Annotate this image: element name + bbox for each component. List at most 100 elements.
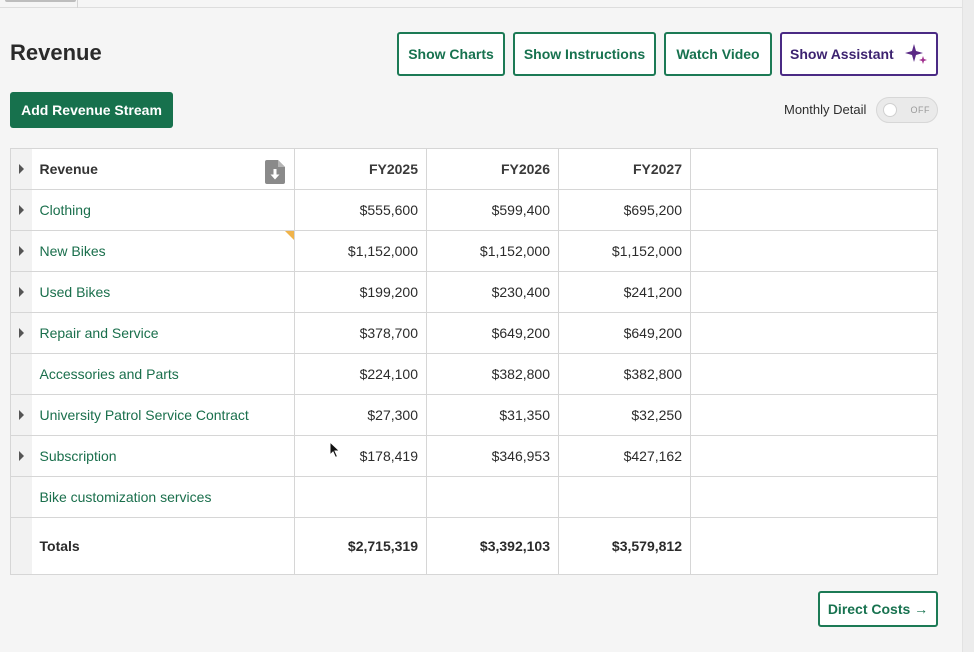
value-cell[interactable]: $695,200 bbox=[558, 189, 691, 231]
expand-triangle-icon bbox=[18, 164, 24, 174]
show-assistant-button[interactable]: Show Assistant bbox=[780, 32, 938, 76]
totals-row: Totals $2,715,319 $3,392,103 $3,579,812 bbox=[10, 517, 938, 575]
spacer-cell bbox=[690, 230, 938, 272]
value-cell[interactable]: $230,400 bbox=[426, 271, 559, 313]
value-cell[interactable]: $178,419 bbox=[294, 435, 427, 477]
spacer-cell bbox=[690, 517, 938, 575]
row-expand-cell[interactable] bbox=[10, 435, 32, 477]
expand-triangle-icon bbox=[18, 451, 24, 461]
value-cell[interactable]: $382,800 bbox=[426, 353, 559, 395]
row-expand-cell[interactable] bbox=[10, 271, 32, 313]
header-year-cell: FY2026 bbox=[426, 148, 559, 190]
revenue-stream-link[interactable]: New Bikes bbox=[40, 243, 106, 259]
spacer-cell bbox=[690, 353, 938, 395]
value-cell[interactable]: $649,200 bbox=[558, 312, 691, 354]
table-row: Bike customization services bbox=[10, 476, 938, 518]
table-row: New Bikes $1,152,000 $1,152,000 $1,152,000 bbox=[10, 230, 938, 272]
header-revenue-label: Revenue bbox=[39, 161, 98, 177]
value-cell[interactable]: $241,200 bbox=[558, 271, 691, 313]
totals-label: Totals bbox=[31, 517, 295, 575]
row-expand-cell bbox=[10, 476, 32, 518]
add-revenue-stream-button[interactable]: Add Revenue Stream bbox=[10, 92, 173, 128]
top-tab-divider bbox=[77, 0, 78, 8]
table-row: Repair and Service $378,700 $649,200 $649,2… bbox=[10, 312, 938, 354]
top-tab-indicator[interactable] bbox=[5, 0, 76, 2]
monthly-detail-label: Monthly Detail bbox=[784, 102, 867, 117]
row-expand-cell[interactable] bbox=[10, 394, 32, 436]
row-expand-cell[interactable] bbox=[10, 230, 32, 272]
toggle-knob bbox=[883, 103, 897, 117]
expand-triangle-icon bbox=[18, 205, 24, 215]
header-year-cell: FY2025 bbox=[294, 148, 427, 190]
show-charts-button[interactable]: Show Charts bbox=[397, 32, 505, 76]
value-cell[interactable]: $1,152,000 bbox=[426, 230, 559, 272]
row-name-cell[interactable]: Clothing bbox=[31, 189, 295, 231]
row-expand-cell bbox=[10, 353, 32, 395]
sparkle-icon bbox=[904, 44, 927, 64]
note-flag-icon[interactable] bbox=[285, 231, 294, 240]
value-cell[interactable]: $1,152,000 bbox=[294, 230, 427, 272]
value-cell[interactable]: $27,300 bbox=[294, 394, 427, 436]
value-cell[interactable] bbox=[294, 476, 427, 518]
row-expand-cell[interactable] bbox=[10, 312, 32, 354]
spacer-cell bbox=[690, 312, 938, 354]
value-cell[interactable]: $427,162 bbox=[558, 435, 691, 477]
spacer-cell bbox=[690, 394, 938, 436]
revenue-stream-link[interactable]: Repair and Service bbox=[40, 325, 159, 341]
revenue-stream-link[interactable]: Bike customization services bbox=[40, 489, 212, 505]
totals-value-cell: $2,715,319 bbox=[294, 517, 427, 575]
vertical-scrollbar[interactable] bbox=[962, 0, 974, 652]
value-cell[interactable]: $32,250 bbox=[558, 394, 691, 436]
download-file-icon[interactable] bbox=[265, 160, 285, 184]
table-row: Clothing $555,600 $599,400 $695,200 bbox=[10, 189, 938, 231]
spacer-cell bbox=[690, 271, 938, 313]
header-revenue-cell: Revenue bbox=[31, 148, 295, 190]
mouse-cursor-icon bbox=[329, 441, 341, 459]
value-cell[interactable]: $555,600 bbox=[294, 189, 427, 231]
value-cell[interactable]: $1,152,000 bbox=[558, 230, 691, 272]
row-name-cell[interactable]: New Bikes bbox=[31, 230, 295, 272]
row-name-cell[interactable]: Subscription bbox=[31, 435, 295, 477]
toggle-state-text: OFF bbox=[910, 105, 930, 115]
revenue-stream-link[interactable]: Clothing bbox=[40, 202, 91, 218]
spacer-cell bbox=[690, 476, 938, 518]
revenue-stream-link[interactable]: Accessories and Parts bbox=[40, 366, 179, 382]
value-cell[interactable]: $599,400 bbox=[426, 189, 559, 231]
row-name-cell[interactable]: Accessories and Parts bbox=[31, 353, 295, 395]
value-cell[interactable]: $378,700 bbox=[294, 312, 427, 354]
direct-costs-button[interactable]: Direct Costs → bbox=[818, 591, 938, 627]
revenue-stream-link[interactable]: Subscription bbox=[40, 448, 117, 464]
row-name-cell[interactable]: Repair and Service bbox=[31, 312, 295, 354]
show-instructions-button[interactable]: Show Instructions bbox=[513, 32, 656, 76]
expand-triangle-icon bbox=[18, 287, 24, 297]
table-row: University Patrol Service Contract $27,30… bbox=[10, 394, 938, 436]
top-tab-strip bbox=[0, 0, 962, 8]
header-expand-cell[interactable] bbox=[10, 148, 32, 190]
row-expand-cell[interactable] bbox=[10, 189, 32, 231]
table-row: Subscription $178,419 $346,953 $427,162 bbox=[10, 435, 938, 477]
revenue-table: Revenue FY2025 FY2026 FY2027 Clothing $55… bbox=[10, 148, 938, 575]
monthly-detail-toggle[interactable]: OFF bbox=[876, 97, 938, 123]
value-cell[interactable]: $346,953 bbox=[426, 435, 559, 477]
revenue-stream-link[interactable]: Used Bikes bbox=[40, 284, 111, 300]
header-year-cell: FY2027 bbox=[558, 148, 691, 190]
row-name-cell[interactable]: University Patrol Service Contract bbox=[31, 394, 295, 436]
spacer-cell bbox=[690, 189, 938, 231]
value-cell[interactable] bbox=[426, 476, 559, 518]
revenue-stream-link[interactable]: University Patrol Service Contract bbox=[40, 407, 249, 423]
show-assistant-label: Show Assistant bbox=[790, 46, 894, 62]
row-name-cell[interactable]: Bike customization services bbox=[31, 476, 295, 518]
table-row: Accessories and Parts $224,100 $382,800 $38… bbox=[10, 353, 938, 395]
expand-triangle-icon bbox=[18, 328, 24, 338]
value-cell[interactable]: $31,350 bbox=[426, 394, 559, 436]
value-cell[interactable]: $382,800 bbox=[558, 353, 691, 395]
expand-triangle-icon bbox=[18, 410, 24, 420]
row-name-cell[interactable]: Used Bikes bbox=[31, 271, 295, 313]
spacer-cell bbox=[690, 435, 938, 477]
value-cell[interactable]: $199,200 bbox=[294, 271, 427, 313]
value-cell[interactable]: $224,100 bbox=[294, 353, 427, 395]
watch-video-button[interactable]: Watch Video bbox=[664, 32, 772, 76]
totals-value-cell: $3,392,103 bbox=[426, 517, 559, 575]
value-cell[interactable]: $649,200 bbox=[426, 312, 559, 354]
value-cell[interactable] bbox=[558, 476, 691, 518]
